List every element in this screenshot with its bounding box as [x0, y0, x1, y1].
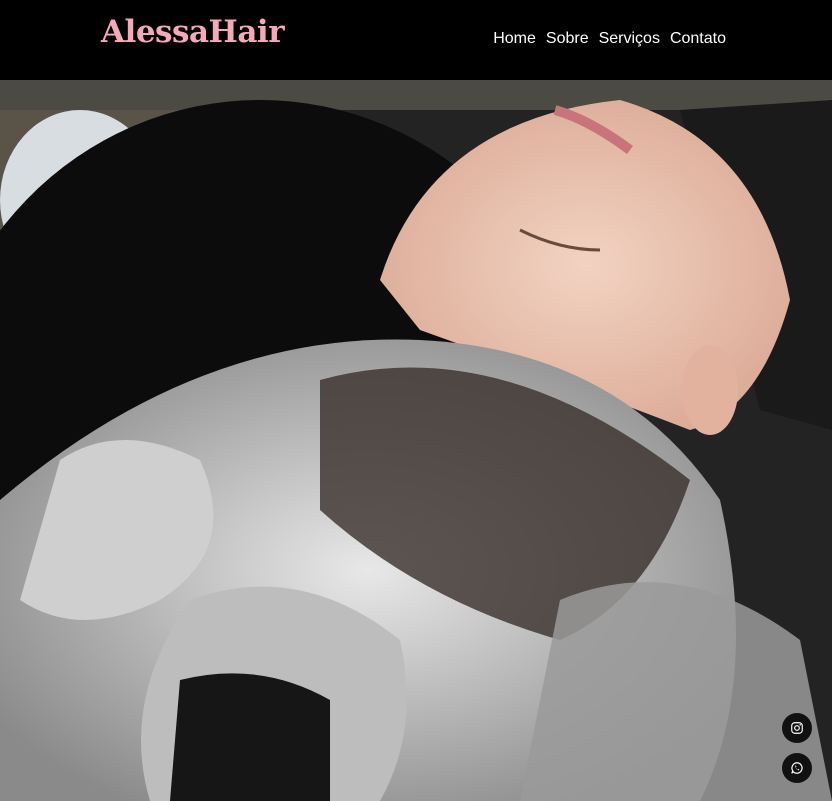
- hero-photo: [0, 80, 832, 801]
- nav-contato[interactable]: Contato: [670, 30, 726, 48]
- nav-sobre[interactable]: Sobre: [546, 30, 589, 48]
- main-nav: Home Sobre Serviços Contato: [493, 30, 726, 48]
- nav-home[interactable]: Home: [493, 30, 536, 48]
- instagram-icon: [791, 722, 803, 734]
- brand-logo[interactable]: AlessaHair: [101, 14, 285, 50]
- hero-image: [0, 80, 832, 801]
- nav-servicos[interactable]: Serviços: [599, 30, 660, 48]
- whatsapp-button[interactable]: [782, 753, 812, 783]
- instagram-button[interactable]: [782, 713, 812, 743]
- whatsapp-icon: [791, 762, 803, 774]
- site-header: AlessaHair Home Sobre Serviços Contato: [0, 0, 832, 80]
